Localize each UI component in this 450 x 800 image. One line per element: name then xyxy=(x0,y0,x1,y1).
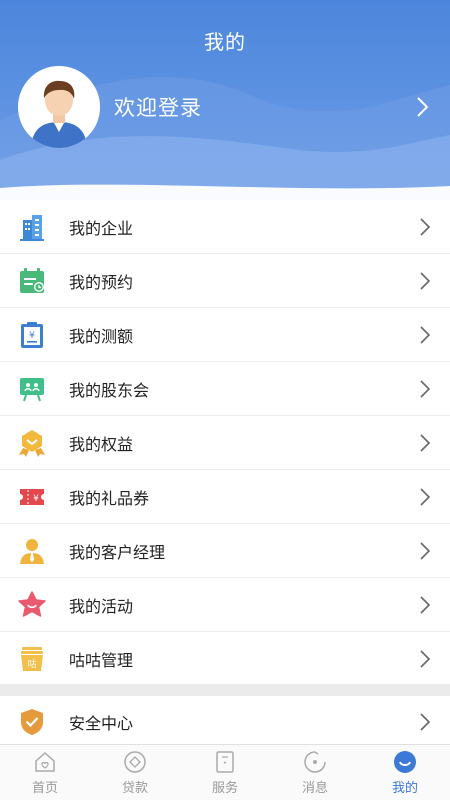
chevron-right-icon xyxy=(420,217,431,236)
avatar xyxy=(18,66,100,148)
svg-text:¥: ¥ xyxy=(29,331,35,341)
tab-label: 我的 xyxy=(391,780,418,796)
chevron-right-icon xyxy=(420,713,431,731)
tab-label: 贷款 xyxy=(121,780,148,796)
tab-label: 首页 xyxy=(31,780,58,796)
tab-message[interactable]: 消息 xyxy=(270,745,360,800)
menu-item-my-account-manager[interactable]: 我的客户经理 xyxy=(0,524,450,578)
menu-item-my-activity[interactable]: 我的活动 xyxy=(0,578,450,632)
basket-icon: 咕 xyxy=(21,646,43,671)
calendar-icon xyxy=(20,267,44,293)
chevron-right-icon xyxy=(420,487,431,506)
shield-check-icon xyxy=(21,709,43,735)
service-icon xyxy=(216,750,234,773)
section-divider xyxy=(0,684,450,696)
menu-item-label: 我的测额 xyxy=(69,326,134,346)
menu-item-my-company[interactable]: 我的企业 xyxy=(0,200,450,254)
menu-item-label: 我的客户经理 xyxy=(69,542,166,562)
loan-icon xyxy=(124,750,146,773)
manager-icon xyxy=(20,538,44,564)
menu-item-my-shareholder-meeting[interactable]: 我的股东会 xyxy=(0,362,450,416)
tab-home[interactable]: 首页 xyxy=(0,745,90,800)
badge-ribbon-icon xyxy=(19,429,45,457)
tab-loan[interactable]: 贷款 xyxy=(90,745,180,800)
chevron-right-icon xyxy=(420,325,431,344)
menu-item-label: 安全中心 xyxy=(69,714,134,733)
chevron-right-icon xyxy=(420,541,431,560)
menu-item-security-center[interactable]: 安全中心 xyxy=(0,696,450,748)
menu-item-label: 我的权益 xyxy=(69,434,134,454)
tab-label: 消息 xyxy=(301,780,328,796)
chevron-right-icon xyxy=(420,649,431,668)
menu-item-my-appointment[interactable]: 我的预约 xyxy=(0,254,450,308)
meeting-board-icon xyxy=(20,377,44,401)
message-icon xyxy=(304,750,326,773)
chevron-right-icon xyxy=(420,379,431,398)
menu-list: 我的企业 我的预约 ¥ 我的测额 我的股东会 我的权益 ¥ 我的礼品券 我的客户… xyxy=(0,200,450,686)
menu-item-label: 我的活动 xyxy=(69,596,134,616)
login-label: 欢迎登录 xyxy=(114,96,202,120)
svg-text:¥: ¥ xyxy=(33,494,39,504)
bottom-tab-bar: 首页 贷款 服务 消息 我的 xyxy=(0,744,450,800)
chevron-right-icon xyxy=(420,433,431,452)
menu-item-label: 我的礼品券 xyxy=(69,488,150,508)
clipboard-yen-icon: ¥ xyxy=(21,321,43,348)
menu-item-label: 咕咕管理 xyxy=(69,650,134,670)
user-avatar-icon xyxy=(18,66,100,148)
menu-item-label: 我的股东会 xyxy=(69,380,150,400)
chevron-right-icon xyxy=(420,595,431,614)
profile-header: 我的 欢迎登录 xyxy=(0,0,450,200)
star-smile-icon xyxy=(18,590,46,617)
page-title: 我的 xyxy=(204,30,246,54)
login-entry[interactable]: 欢迎登录 xyxy=(18,66,438,148)
tab-profile[interactable]: 我的 xyxy=(360,745,450,800)
chevron-right-icon xyxy=(417,97,429,117)
tab-label: 服务 xyxy=(211,780,238,796)
svg-text:咕: 咕 xyxy=(27,658,36,670)
menu-item-my-quota[interactable]: ¥ 我的测额 xyxy=(0,308,450,362)
home-icon xyxy=(35,751,55,772)
profile-icon xyxy=(394,750,416,773)
menu-item-label: 我的预约 xyxy=(69,272,134,292)
menu-item-gugu-management[interactable]: 咕 咕咕管理 xyxy=(0,632,450,686)
building-icon xyxy=(20,214,44,241)
menu-item-label: 我的企业 xyxy=(69,218,134,238)
coupon-icon: ¥ xyxy=(20,488,44,505)
menu-item-my-gift-coupon[interactable]: ¥ 我的礼品券 xyxy=(0,470,450,524)
tab-service[interactable]: 服务 xyxy=(180,745,270,800)
chevron-right-icon xyxy=(420,271,431,290)
menu-item-my-rights[interactable]: 我的权益 xyxy=(0,416,450,470)
